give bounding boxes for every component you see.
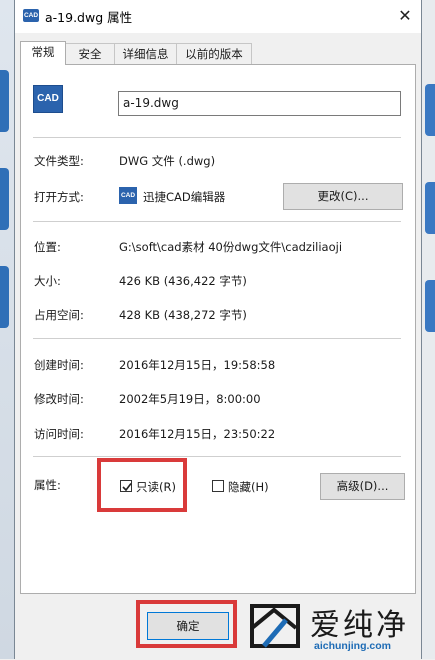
close-button[interactable]: ✕: [393, 4, 417, 28]
separator: [33, 456, 401, 457]
separator: [33, 221, 401, 222]
size-label: 大小:: [34, 274, 61, 288]
location-label: 位置:: [34, 240, 61, 254]
background-window-left-edge: [0, 0, 15, 659]
accessed-label: 访问时间:: [34, 427, 84, 441]
background-tab: [0, 70, 9, 132]
background-tab: [0, 266, 9, 328]
background-tab: [425, 280, 435, 332]
highlight-box: [97, 458, 187, 512]
hidden-label[interactable]: 隐藏(H): [228, 479, 269, 495]
open-with-label: 打开方式:: [34, 190, 84, 204]
change-button[interactable]: 更改(C)...: [283, 183, 403, 210]
highlight-box: [136, 600, 237, 648]
tab-details[interactable]: 详细信息: [114, 43, 177, 64]
window-title: a-19.dwg 属性: [45, 10, 133, 25]
separator: [33, 137, 401, 138]
separator: [33, 338, 401, 339]
open-with-value: 迅捷CAD编辑器: [143, 190, 226, 204]
watermark-logo-icon: [250, 604, 300, 648]
location-value: G:\soft\cad素材 40份dwg文件\cadziliaoji: [119, 240, 343, 254]
background-tab: [0, 168, 9, 230]
accessed-value: 2016年12月15日，23:50:22: [119, 427, 276, 441]
properties-dialog: CAD a-19.dwg 属性 ✕ 常规 安全 详细信息 以前的版本 CAD a…: [14, 0, 422, 659]
created-value: 2016年12月15日，19:58:58: [119, 358, 276, 372]
cad-file-icon: CAD: [33, 85, 63, 113]
background-tab: [425, 84, 435, 136]
modified-label: 修改时间:: [34, 392, 84, 406]
cad-file-icon: CAD: [23, 9, 39, 22]
hidden-checkbox[interactable]: [212, 480, 224, 492]
cad-app-icon: CAD: [119, 187, 137, 204]
attributes-label: 属性:: [34, 478, 61, 492]
watermark-text: 爱纯净: [310, 608, 409, 643]
background-window-right-edge: wg wg: [421, 0, 435, 659]
file-type-label: 文件类型:: [34, 154, 84, 168]
tab-general[interactable]: 常规: [20, 41, 66, 65]
general-tab-panel: CAD a-19.dwg 文件类型: DWG 文件 (.dwg) 打开方式: C…: [20, 64, 416, 594]
size-on-disk-label: 占用空间:: [34, 308, 84, 322]
close-icon: ✕: [398, 6, 412, 25]
size-value: 426 KB (436,422 字节): [119, 274, 247, 288]
created-label: 创建时间:: [34, 358, 84, 372]
size-on-disk-value: 428 KB (438,272 字节): [119, 308, 247, 322]
title-bar: CAD a-19.dwg 属性 ✕: [15, 0, 421, 33]
advanced-button[interactable]: 高级(D)...: [320, 473, 405, 500]
tab-security[interactable]: 安全: [65, 43, 115, 64]
background-tab: [425, 182, 435, 234]
watermark-url: aichunjing.com: [314, 640, 392, 652]
filename-input[interactable]: a-19.dwg: [118, 91, 401, 116]
watermark: 爱纯净 aichunjing.com: [246, 600, 427, 660]
modified-value: 2002年5月19日，8:00:00: [119, 392, 261, 406]
tab-previous-versions[interactable]: 以前的版本: [176, 43, 252, 64]
file-type-value: DWG 文件 (.dwg): [119, 154, 216, 168]
